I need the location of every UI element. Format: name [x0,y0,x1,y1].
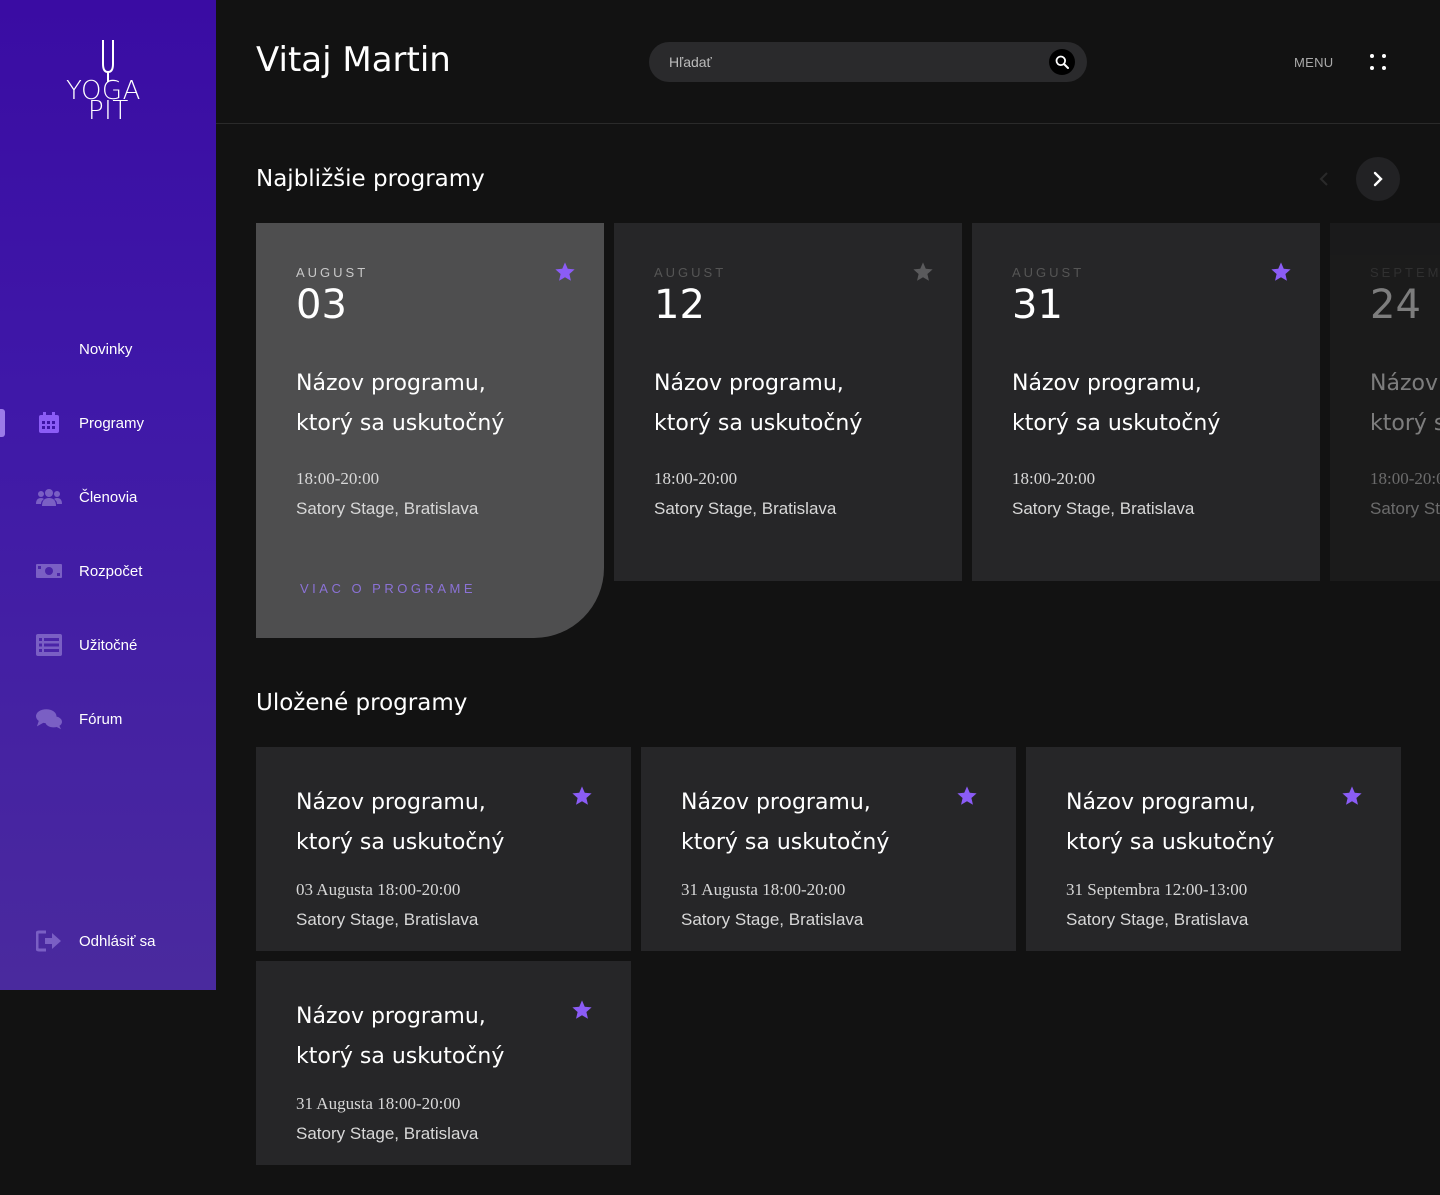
program-day: 03 [296,282,347,328]
saved-program-card[interactable]: Názov programu, ktorý sa uskutočný 31 Au… [641,747,1016,951]
sidebar-item-label: Fórum [79,710,123,728]
star-icon[interactable] [912,261,934,283]
program-datetime: 03 Augusta 18:00-20:00 [296,880,461,899]
program-day: 24 [1370,282,1421,328]
chat-icon [36,707,62,731]
upcoming-carousel: AUGUST 03 Názov programu, ktorý sa uskut… [256,223,1440,643]
program-title: Názov programu, ktorý sa uskutočný [654,371,863,436]
star-icon[interactable] [956,785,978,807]
star-icon[interactable] [571,999,593,1021]
list-icon [36,633,62,657]
program-card[interactable]: AUGUST 12 Názov programu, ktorý sa uskut… [614,223,962,581]
greeting-title: Vitaj Martin [256,40,451,80]
sidebar-item-label: Novinky [79,340,133,358]
sidebar-item-uzitocne[interactable]: Užitočné [0,608,216,682]
star-icon[interactable] [1270,261,1292,283]
menu-grid-icon[interactable] [1368,52,1388,72]
program-month: SEPTEMBER [1370,265,1440,280]
program-datetime: 31 Augusta 18:00-20:00 [681,880,846,899]
search-icon [1055,55,1069,69]
program-title: Názov programu, ktorý sa uskutočný [1066,790,1275,855]
chevron-left-icon [1319,172,1328,186]
program-day: 12 [654,282,705,328]
program-place: Satory Stage, Bratislava [296,1124,479,1143]
program-month: AUGUST [296,265,369,280]
sidebar-item-novinky[interactable]: Novinky [0,312,216,386]
sidebar-nav: Novinky Programy Členovia Rozpočet Užito… [0,312,216,756]
saved-program-card[interactable]: Názov programu, ktorý sa uskutočný 31 Se… [1026,747,1401,951]
sidebar-item-rozpocet[interactable]: Rozpočet [0,534,216,608]
logout-label: Odhlásiť sa [79,932,156,950]
sidebar-item-programy[interactable]: Programy [0,386,216,460]
program-title: Názov programu, ktorý sa uskutočný [296,1004,505,1069]
program-title: Názov programu, ktorý sa uskutočný [296,790,505,855]
star-icon[interactable] [554,261,576,283]
program-datetime: 31 Septembra 12:00-13:00 [1066,880,1248,899]
sidebar-item-label: Rozpočet [79,562,143,580]
program-day: 31 [1012,282,1063,328]
sidebar-item-label: Užitočné [79,636,138,654]
program-title: Názov programu, ktorý sa uskutočný [1370,371,1440,436]
top-header: Vitaj Martin MENU [216,0,1440,124]
chevron-right-icon [1373,171,1383,187]
program-time: 18:00-20:00 [1012,469,1096,488]
program-place: Satory Stage, Bratislava [1370,499,1440,518]
sidebar-item-label: Členovia [79,488,138,506]
program-place: Satory Stage, Bratislava [1066,910,1249,929]
program-place: Satory Stage, Bratislava [1012,499,1195,518]
menu-label[interactable]: MENU [1294,55,1333,70]
program-title: Názov programu, ktorý sa uskutočný [1012,371,1221,436]
program-place: Satory Stage, Bratislava [296,910,479,929]
upcoming-section-title: Najbližšie programy [256,166,485,192]
program-place: Satory Stage, Bratislava [654,499,837,518]
saved-section-title: Uložené programy [256,690,468,716]
program-month: AUGUST [654,265,727,280]
search-input[interactable] [669,42,1039,82]
sidebar: YOGA PIT Novinky Programy Členovia Rozpo… [0,0,216,990]
saved-program-card[interactable]: Názov programu, ktorý sa uskutočný 31 Au… [256,961,631,1165]
star-icon[interactable] [571,785,593,807]
star-icon[interactable] [1341,785,1363,807]
search-bar [649,42,1087,82]
search-button[interactable] [1049,49,1075,75]
yoga-pit-logo[interactable]: YOGA PIT [60,38,156,128]
program-month: AUGUST [1012,265,1085,280]
sidebar-item-label: Programy [79,414,145,432]
calendar-icon [36,411,62,435]
program-title: Názov programu, ktorý sa uskutočný [296,371,505,436]
logout-button[interactable]: Odhlásiť sa [0,904,216,978]
sidebar-item-clenovia[interactable]: Členovia [0,460,216,534]
program-place: Satory Stage, Bratislava [681,910,864,929]
program-card[interactable]: AUGUST 31 Názov programu, ktorý sa uskut… [972,223,1320,581]
program-card[interactable]: AUGUST 03 Názov programu, ktorý sa uskut… [256,223,604,638]
program-datetime: 31 Augusta 18:00-20:00 [296,1094,461,1113]
program-time: 18:00-20:00 [296,469,380,488]
program-time: 18:00-20:00 [654,469,738,488]
program-place: Satory Stage, Bratislava [296,499,479,518]
logout-icon [36,929,62,953]
saved-program-card[interactable]: Názov programu, ktorý sa uskutočný 03 Au… [256,747,631,951]
users-icon [36,485,62,509]
carousel-prev-button[interactable] [1314,168,1334,190]
money-icon [36,559,62,583]
sidebar-item-forum[interactable]: Fórum [0,682,216,756]
program-title: Názov programu, ktorý sa uskutočný [681,790,890,855]
more-about-program-link[interactable]: VIAC O PROGRAME [300,581,476,596]
program-card[interactable]: SEPTEMBER 24 Názov programu, ktorý sa us… [1330,223,1440,581]
program-time: 18:00-20:00 [1370,469,1440,488]
logo-line2: PIT [88,96,129,126]
carousel-next-button[interactable] [1356,157,1400,201]
